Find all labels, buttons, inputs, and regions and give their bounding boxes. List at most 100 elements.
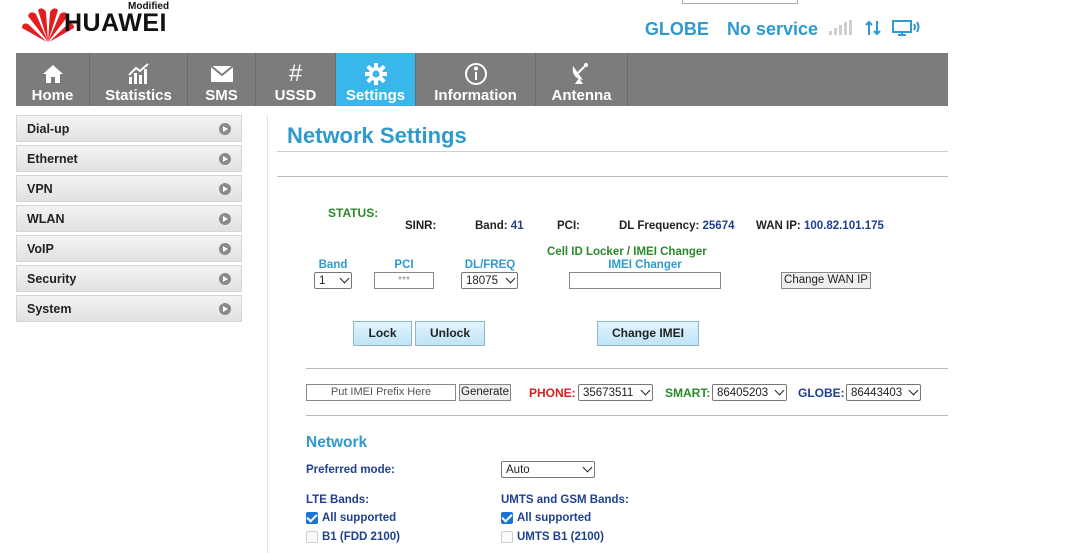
nav-home[interactable]: Home	[16, 53, 90, 106]
checkbox-checked-icon	[306, 512, 318, 524]
phone-prefix-select[interactable]: 35673511	[578, 384, 653, 401]
nav-antenna-label: Antenna	[551, 87, 612, 104]
nav-home-label: Home	[31, 87, 74, 104]
envelope-icon	[209, 61, 234, 87]
nav-ussd[interactable]: # USSD	[256, 53, 336, 106]
chevron-right-icon	[219, 212, 231, 225]
dlfreq-column-header: DL/FREQ	[464, 259, 516, 271]
chevron-right-icon	[219, 152, 231, 165]
network-section-title: Network	[306, 434, 368, 451]
nav-sms[interactable]: SMS	[188, 53, 256, 106]
sinr-label: SINR:	[405, 220, 437, 232]
lte-bands-label: LTE Bands:	[306, 494, 370, 506]
nav-settings-label: Settings	[345, 87, 406, 104]
umts-b1-label: UMTS B1 (2100)	[517, 531, 604, 543]
sidebar-item-security[interactable]: Security	[16, 265, 242, 292]
sidebar-item-voip[interactable]: VoIP	[16, 235, 242, 262]
main-nav: Home Statistics SMS # USSD Settings Info…	[16, 53, 948, 106]
sidebar-item-system[interactable]: System	[16, 295, 242, 322]
chevron-down-icon	[505, 273, 516, 284]
sidebar-item-label: Ethernet	[27, 151, 78, 166]
smart-prefix-select[interactable]: 86405203	[712, 384, 787, 401]
change-wan-ip-button[interactable]: Change WAN IP	[781, 272, 871, 289]
checkbox-unchecked-icon	[306, 531, 318, 543]
sidebar-item-label: VPN	[27, 181, 53, 196]
preferred-mode-select[interactable]: Auto	[501, 461, 595, 478]
brand-name: HUAWEI	[64, 9, 167, 37]
unlock-button[interactable]: Unlock	[415, 321, 485, 346]
wan-ip-label: WAN IP:	[756, 220, 801, 232]
pci-status-label: PCI:	[557, 220, 580, 232]
satellite-dish-icon	[569, 61, 595, 87]
wan-ip-value: 100.82.101.175	[803, 220, 884, 232]
band-status-value: 41	[510, 220, 524, 232]
preferred-mode-value: Auto	[506, 463, 530, 476]
content-divider	[267, 115, 268, 553]
dlfreq-select-value: 18075	[466, 274, 498, 287]
pci-column-header: PCI	[394, 259, 414, 271]
preferred-mode-label: Preferred mode:	[306, 464, 395, 476]
lock-button[interactable]: Lock	[353, 321, 412, 346]
nav-sms-label: SMS	[205, 87, 238, 104]
chevron-down-icon	[640, 385, 651, 396]
band-select[interactable]: 1	[314, 272, 352, 289]
dl-frequency-label: DL Frequency:	[619, 220, 700, 232]
band-status: Band: 41	[475, 220, 524, 232]
nav-antenna[interactable]: Antenna	[536, 53, 628, 106]
nav-settings[interactable]: Settings	[336, 53, 416, 106]
umts-b1-checkbox[interactable]: UMTS B1 (2100)	[501, 531, 604, 543]
phone-label: PHONE:	[529, 386, 576, 400]
sidebar-item-label: VoIP	[27, 241, 54, 256]
pci-input[interactable]: ***	[374, 272, 434, 289]
page-title: Network Settings	[287, 123, 467, 148]
operator-name: GLOBE	[644, 19, 709, 39]
status-label: STATUS:	[328, 206, 379, 220]
nav-ussd-label: USSD	[274, 87, 317, 104]
smart-prefix-value: 86405203	[717, 386, 769, 399]
globe-prefix-value: 86443403	[851, 386, 903, 399]
signal-bars-icon	[828, 20, 854, 39]
imei-divider-top	[306, 368, 948, 369]
imei-divider-bottom	[306, 415, 948, 416]
sidebar-item-dialup[interactable]: Dial-up	[16, 115, 242, 142]
top-links-truncated[interactable]: •	[818, 0, 849, 5]
hash-icon: #	[288, 60, 303, 87]
globe-label: GLOBE:	[798, 386, 845, 400]
dl-frequency-value: 25674	[702, 220, 735, 232]
checkbox-checked-icon	[501, 512, 513, 524]
wan-ip-status: WAN IP: 100.82.101.175	[756, 220, 884, 232]
service-status: No service	[726, 19, 818, 39]
imei-input[interactable]	[569, 272, 721, 289]
chevron-right-icon	[219, 182, 231, 195]
lte-all-supported-label: All supported	[322, 512, 397, 524]
nav-statistics[interactable]: Statistics	[90, 53, 188, 106]
change-imei-button[interactable]: Change IMEI	[597, 321, 699, 346]
lte-all-supported-checkbox[interactable]: All supported	[306, 512, 396, 524]
umts-all-supported-checkbox[interactable]: All supported	[501, 512, 591, 524]
dlfreq-select[interactable]: 18075	[461, 272, 518, 289]
chevron-down-icon	[774, 385, 785, 396]
dl-frequency-status: DL Frequency: 25674	[619, 220, 735, 232]
sidebar-item-vpn[interactable]: VPN	[16, 175, 242, 202]
sidebar-item-wlan[interactable]: WLAN	[16, 205, 242, 232]
band-column-header: Band	[318, 259, 348, 271]
sidebar-item-ethernet[interactable]: Ethernet	[16, 145, 242, 172]
umts-all-supported-label: All supported	[517, 512, 592, 524]
chevron-down-icon	[908, 385, 919, 396]
gear-icon	[364, 61, 388, 87]
lte-b1-checkbox[interactable]: B1 (FDD 2100)	[306, 531, 400, 543]
nav-information[interactable]: Information	[416, 53, 536, 106]
sidebar-item-label: System	[27, 301, 72, 316]
chevron-right-icon	[219, 122, 231, 135]
chevron-right-icon	[219, 242, 231, 255]
imei-prefix-input[interactable]: Put IMEI Prefix Here	[306, 384, 456, 401]
generate-button[interactable]: Generate	[459, 384, 511, 401]
top-language-select[interactable]	[682, 0, 798, 4]
checkbox-unchecked-icon	[501, 531, 513, 543]
home-icon	[42, 61, 64, 87]
globe-prefix-select[interactable]: 86443403	[846, 384, 921, 401]
umts-bands-label: UMTS and GSM Bands:	[501, 494, 629, 506]
sidebar-item-label: Dial-up	[27, 121, 70, 136]
nav-information-label: Information	[434, 87, 517, 104]
status-bar: GLOBE No service	[645, 19, 920, 40]
